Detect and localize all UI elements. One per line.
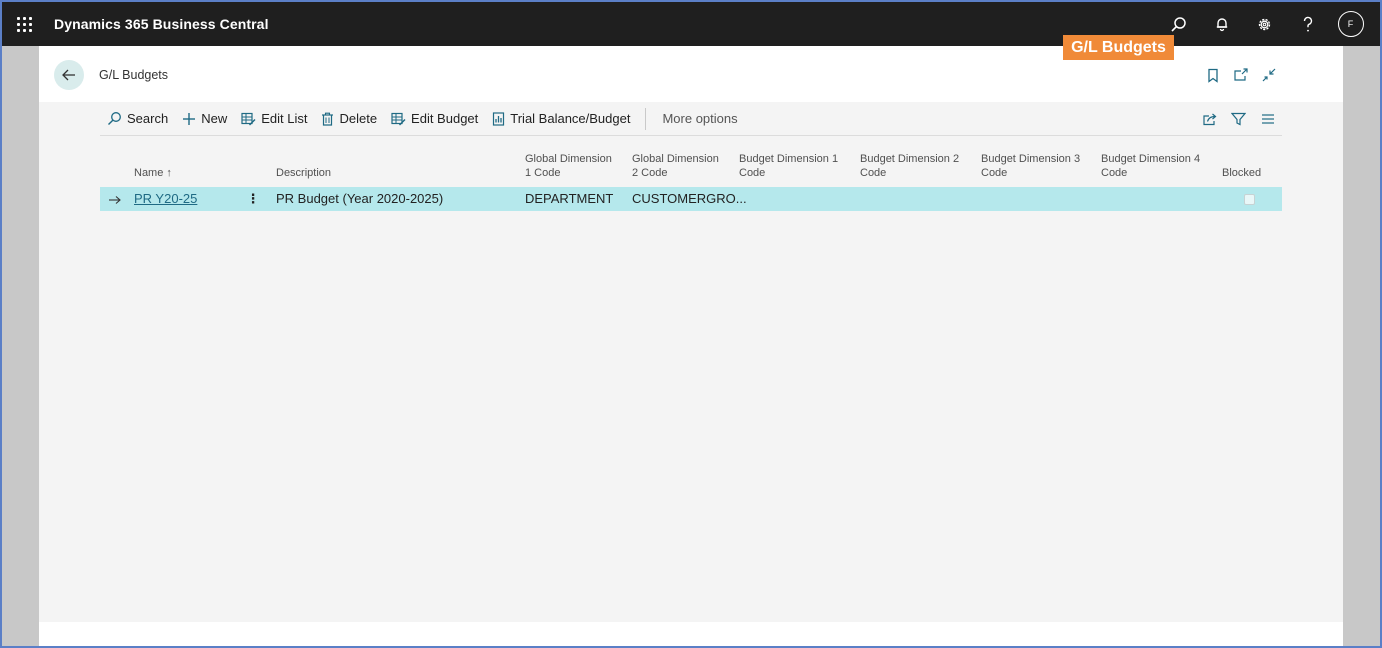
table-header: Name ↑ Description Global Dimension 1 Co… [100, 144, 1282, 186]
search-icon [108, 112, 121, 125]
user-avatar[interactable]: F [1329, 2, 1372, 46]
row-name-link[interactable]: PR Y20-25 [134, 187, 197, 211]
header-icons [1199, 64, 1283, 86]
row-blocked-checkbox[interactable] [1244, 194, 1255, 205]
row-global-dimension-2-code[interactable]: CUSTOMERGRO... [632, 187, 747, 211]
action-divider [645, 107, 647, 130]
delete-label: Delete [339, 111, 378, 126]
edit-budget-icon [391, 112, 406, 125]
gl-budgets-table: Name ↑ Description Global Dimension 1 Co… [100, 144, 1282, 211]
column-header-budget-dimension-2-code[interactable]: Budget Dimension 2 Code [860, 152, 959, 180]
back-button[interactable] [54, 60, 84, 90]
waffle-icon[interactable] [2, 2, 46, 46]
list-tools [1195, 102, 1282, 136]
search-label: Search [127, 111, 169, 126]
bell-icon[interactable] [1200, 2, 1243, 46]
top-icons: F [1157, 2, 1372, 46]
column-header-budget-dimension-1-code[interactable]: Budget Dimension 1 Code [739, 152, 838, 180]
more-options-button[interactable]: More options [654, 102, 744, 136]
column-header-budget-dimension-4-code[interactable]: Budget Dimension 4 Code [1101, 152, 1200, 180]
trial-balance-budget-label: Trial Balance/Budget [510, 111, 631, 126]
column-header-blocked[interactable]: Blocked [1222, 166, 1261, 180]
column-header-budget-dimension-3-code[interactable]: Budget Dimension 3 Code [981, 152, 1080, 180]
column-header-global-dimension-2-code[interactable]: Global Dimension 2 Code [632, 152, 719, 180]
column-header-description[interactable]: Description [276, 166, 331, 180]
open-new-window-icon[interactable] [1227, 64, 1255, 86]
column-header-global-dimension-1-code[interactable]: Global Dimension 1 Code [525, 152, 612, 180]
filter-icon[interactable] [1224, 102, 1253, 136]
gear-icon[interactable] [1243, 2, 1286, 46]
edit-list-icon [241, 112, 256, 125]
row-global-dimension-1-code[interactable]: DEPARTMENT [525, 187, 613, 211]
search-button[interactable]: Search [100, 102, 175, 136]
edit-budget-button[interactable]: Edit Budget [384, 102, 485, 136]
list-view-icon[interactable] [1253, 102, 1282, 136]
trash-icon [322, 112, 334, 126]
delete-button[interactable]: Delete [314, 102, 384, 136]
new-button[interactable]: New [175, 102, 234, 136]
report-icon [493, 111, 505, 126]
new-label: New [201, 111, 228, 126]
page-callout-label: G/L Budgets [1063, 35, 1174, 60]
share-icon[interactable] [1195, 102, 1224, 136]
column-header-name[interactable]: Name ↑ [134, 166, 172, 180]
edit-list-label: Edit List [261, 111, 308, 126]
avatar-initial: F [1337, 11, 1364, 37]
row-description[interactable]: PR Budget (Year 2020-2025) [276, 187, 443, 211]
page-footer-area [39, 622, 1343, 646]
edit-list-button[interactable]: Edit List [234, 102, 314, 136]
help-icon[interactable] [1286, 2, 1329, 46]
bookmark-icon[interactable] [1199, 64, 1227, 86]
app-title: Dynamics 365 Business Central [54, 16, 269, 32]
sort-ascending-icon: ↑ [166, 167, 172, 179]
collapse-icon[interactable] [1255, 64, 1283, 86]
arrow-left-icon [62, 69, 75, 81]
edit-budget-label: Edit Budget [411, 111, 479, 126]
row-selected-arrow-icon [108, 187, 121, 211]
breadcrumb[interactable]: G/L Budgets [99, 68, 168, 82]
plus-icon [183, 112, 196, 125]
page-content: G/L Budgets Search New Edit List Delete … [39, 46, 1343, 622]
action-bar: Search New Edit List Delete Edit Budget … [100, 102, 1282, 136]
row-actions-menu-icon[interactable]: ⋮ [246, 187, 260, 211]
table-row[interactable]: PR Y20-25 ⋮ PR Budget (Year 2020-2025) D… [100, 187, 1282, 211]
trial-balance-budget-button[interactable]: Trial Balance/Budget [485, 102, 637, 136]
